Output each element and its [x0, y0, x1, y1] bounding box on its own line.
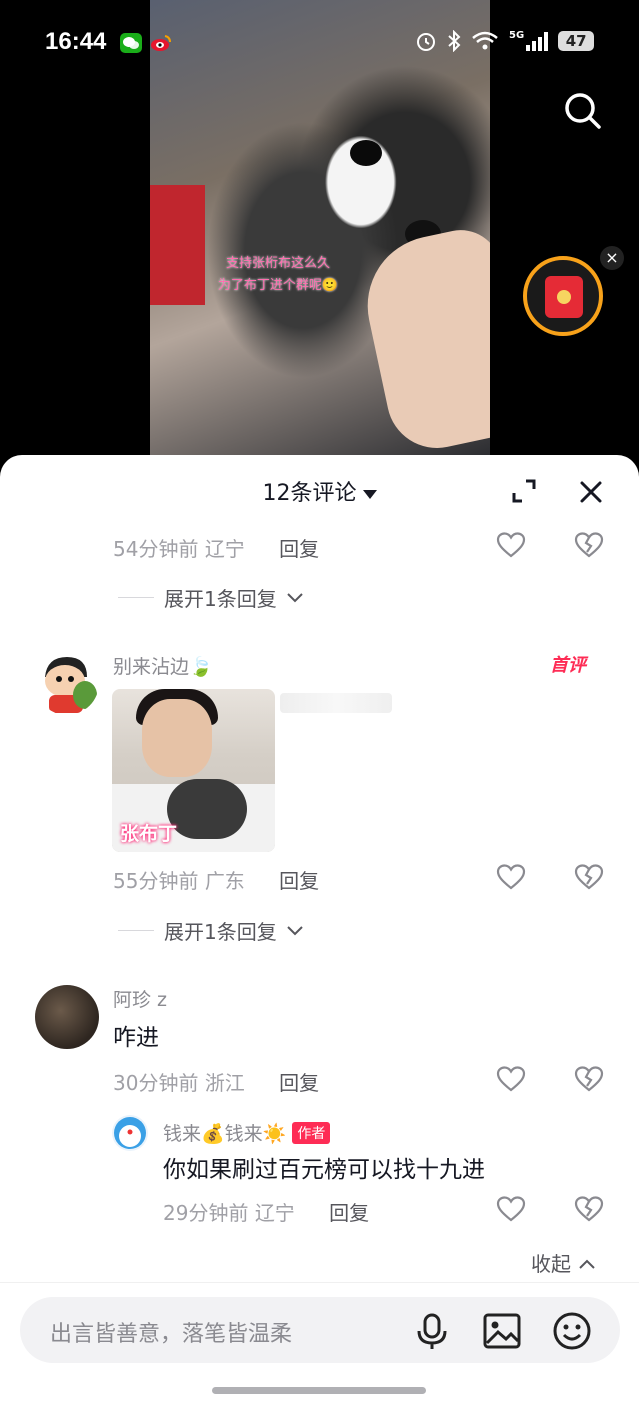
image-icon[interactable]	[482, 1311, 522, 1351]
first-comment-badge: 首评	[550, 655, 586, 676]
like-heart-icon[interactable]	[496, 1065, 526, 1093]
comment-time: 29分钟前	[163, 1201, 249, 1225]
dislike-heart-icon[interactable]	[574, 1195, 604, 1223]
comments-title[interactable]: 12条评论	[0, 475, 639, 507]
doraemon-avatar-icon	[114, 1117, 146, 1149]
comments-sheet: 12条评论 54分钟前 辽宁 回复 展开1条回复 别来沾边🍃 首评 张布丁 55…	[0, 455, 639, 1406]
commenter-name[interactable]: 钱来💰钱来☀️ 作者	[163, 1119, 331, 1146]
close-icon	[580, 481, 602, 503]
avatar[interactable]	[35, 985, 99, 1049]
video-player[interactable]: 支持张桁布这么久 为了布丁进个群呢🙂 16:44 5G 47 ×	[0, 0, 639, 470]
video-caption-line1: 支持张桁布这么久	[225, 256, 330, 271]
comment-location: 广东	[204, 869, 245, 893]
expand-replies-button[interactable]: 展开1条回复	[118, 583, 305, 612]
home-indicator[interactable]	[212, 1387, 426, 1394]
divider-line	[118, 597, 154, 598]
comment-text: 你如果刷过百元榜可以找十九进	[163, 1157, 485, 1183]
fullscreen-button[interactable]	[510, 477, 538, 505]
commenter-name[interactable]: 别来沾边🍃	[113, 652, 213, 679]
comment-input-placeholder: 出言皆善意，落笔皆温柔	[50, 1322, 293, 1347]
comment-location: 辽宁	[204, 537, 245, 561]
weibo-icon	[150, 33, 172, 53]
comment-location: 辽宁	[254, 1201, 295, 1225]
dislike-heart-icon[interactable]	[574, 1065, 604, 1093]
expand-replies-label: 展开1条回复	[164, 920, 277, 944]
comment-time: 30分钟前	[113, 1071, 199, 1095]
avatar[interactable]	[112, 1115, 148, 1151]
image-dogs	[167, 779, 247, 839]
comment-image[interactable]: 张布丁	[112, 689, 275, 852]
comment-meta: 54分钟前 辽宁 回复	[113, 533, 319, 562]
chevron-down-icon	[287, 925, 303, 935]
status-bar: 16:44 5G 47	[0, 20, 639, 64]
video-frame[interactable]: 支持张桁布这么久 为了布丁进个群呢🙂	[150, 0, 490, 455]
comment-time: 55分钟前	[113, 869, 199, 893]
comment-meta: 30分钟前 浙江 回复	[113, 1067, 319, 1096]
signal-icon	[526, 31, 549, 51]
image-tag: 张布丁	[120, 823, 178, 845]
comment-meta: 29分钟前 辽宁 回复	[163, 1197, 369, 1226]
comment-location: 浙江	[204, 1071, 245, 1095]
like-heart-icon[interactable]	[496, 1195, 526, 1223]
coin-icon	[557, 290, 571, 304]
alarm-icon	[417, 33, 435, 51]
expand-replies-button[interactable]: 展开1条回复	[118, 916, 305, 945]
avatar[interactable]	[35, 651, 99, 715]
chevron-up-icon	[579, 1259, 596, 1269]
expand-replies-label: 展开1条回复	[164, 587, 277, 611]
wechat-icon	[120, 33, 142, 53]
comment-text: 咋进	[113, 1025, 159, 1051]
caret-down-icon	[362, 489, 377, 499]
video-caption-line2: 为了布丁进个群呢🙂	[217, 278, 339, 293]
collapse-replies-button[interactable]: 收起	[531, 1248, 597, 1277]
bluetooth-icon	[448, 30, 461, 52]
comment-input-bar: 出言皆善意，落笔皆温柔	[0, 1282, 639, 1407]
search-icon	[565, 93, 601, 129]
expand-icon	[512, 479, 536, 503]
chevron-down-icon	[287, 592, 303, 602]
comment-time: 54分钟前	[113, 537, 199, 561]
emoji-icon[interactable]	[552, 1311, 592, 1351]
video-dog-eye	[350, 140, 382, 166]
cartoon-avatar-icon	[35, 651, 99, 715]
status-time: 16:44	[45, 28, 107, 55]
search-button[interactable]	[560, 88, 604, 132]
like-heart-icon[interactable]	[496, 863, 526, 891]
divider-line	[118, 930, 154, 931]
video-caption: 支持张桁布这么久 为了布丁进个群呢🙂	[188, 253, 368, 297]
like-heart-icon[interactable]	[496, 531, 526, 559]
comment-meta: 55分钟前 广东 回复	[113, 865, 319, 894]
battery-indicator: 47	[558, 31, 595, 51]
comment-input[interactable]: 出言皆善意，落笔皆温柔	[20, 1297, 620, 1363]
reply-button[interactable]: 回复	[279, 1071, 319, 1095]
blurred-strip	[280, 693, 392, 713]
comments-count-label: 12条评论	[262, 481, 357, 506]
wifi-icon	[472, 31, 498, 50]
dislike-heart-icon[interactable]	[574, 863, 604, 891]
image-face	[142, 699, 212, 777]
reply-button[interactable]: 回复	[279, 537, 319, 561]
status-right-group: 5G 47	[415, 30, 595, 52]
red-packet-button[interactable]	[523, 256, 603, 336]
commenter-name[interactable]: 阿珍 z	[113, 985, 167, 1012]
red-packet-close-button[interactable]: ×	[600, 246, 624, 270]
reply-author-name: 钱来💰钱来☀️	[163, 1123, 287, 1145]
author-badge: 作者	[292, 1122, 331, 1144]
microphone-icon[interactable]	[412, 1311, 452, 1351]
network-label: 5G	[509, 30, 525, 41]
reply-button[interactable]: 回复	[329, 1201, 369, 1225]
reply-button[interactable]: 回复	[279, 869, 319, 893]
video-hand	[354, 222, 490, 455]
collapse-label: 收起	[531, 1252, 571, 1276]
close-comments-button[interactable]	[576, 477, 606, 507]
dislike-heart-icon[interactable]	[574, 531, 604, 559]
